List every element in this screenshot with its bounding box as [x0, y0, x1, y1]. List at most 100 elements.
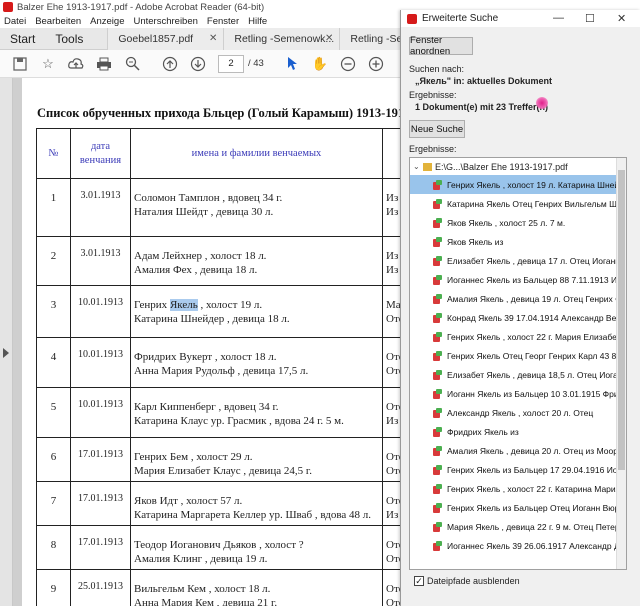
row-names: Генрих Якель , холост 19 л. Катарина Шней…	[130, 285, 383, 338]
row-extra: Из Из	[382, 236, 400, 286]
zoom-in-icon[interactable]	[368, 56, 384, 72]
row-number: 9	[36, 569, 71, 606]
close-icon[interactable]: ✕	[617, 12, 626, 25]
result-item[interactable]: Амалия Якель , девица 20 л. Отец из Моор…	[410, 441, 626, 460]
document-heading: Список обрученных прихода Бльцер (Голый …	[37, 106, 400, 120]
row-names: Фридрих Вукерт , холост 18 л. Анна Мария …	[130, 337, 383, 388]
result-text: Иоганнес Якель 39 26.06.1917 Александр Д…	[447, 540, 626, 551]
search-hit-icon	[433, 369, 442, 380]
pdf-file-icon	[423, 162, 432, 171]
zoom-out-icon[interactable]	[340, 56, 356, 72]
close-icon[interactable]: ✕	[325, 33, 333, 44]
results-scrollbar[interactable]	[616, 158, 626, 569]
result-item[interactable]: Иоганнес Якель 39 26.06.1917 Александр Д…	[410, 536, 626, 555]
result-item[interactable]: Генрих Якель из Бальцер 17 29.04.1916 Ио…	[410, 460, 626, 479]
hand-tool-icon[interactable]: ✋	[312, 56, 328, 72]
page-number-input[interactable]: 2	[218, 54, 244, 73]
tab-tools[interactable]: Tools	[45, 32, 93, 46]
menu-file[interactable]: Datei	[4, 16, 26, 27]
menu-window[interactable]: Fenster	[207, 16, 239, 27]
menu-edit[interactable]: Bearbeiten	[35, 16, 81, 27]
chevron-down-icon[interactable]: ⌄	[413, 162, 423, 171]
result-item[interactable]: Генрих Якель , холост 22 г. Катарина Мар…	[410, 479, 626, 498]
search-hit-icon	[433, 198, 442, 209]
close-icon[interactable]: ✕	[209, 33, 217, 44]
table-row: 4 10.01.1913 Фридрих Вукерт , холост 18 …	[36, 337, 400, 388]
panel-title: Erweiterte Suche	[422, 13, 499, 24]
new-search-button[interactable]: Neue Suche	[409, 120, 465, 138]
row-number: 4	[36, 337, 71, 388]
result-item[interactable]: Конрад Якель 39 17.04.1914 Александр Вей…	[410, 308, 626, 327]
result-item[interactable]: Генрих Якель Отец Георг Генрих Карл 43 8…	[410, 346, 626, 365]
row-date: 10.01.1913	[70, 337, 131, 388]
extra-line: Из	[386, 415, 399, 427]
tab-start[interactable]: Start	[0, 32, 45, 46]
result-item[interactable]: Иоганн Якель из Бальцер 10 3.01.1915 Фри…	[410, 384, 626, 403]
extra-line: Оте	[386, 451, 400, 463]
select-cursor-icon[interactable]	[284, 56, 300, 72]
search-hit-icon	[433, 331, 442, 342]
result-item[interactable]: Генрих Якель , холост 19 л. Катарина Шне…	[410, 175, 626, 194]
table-row: 5 10.01.1913 Карл Киппенберг , вдовец 34…	[36, 387, 400, 438]
result-item[interactable]: Александр Якель , холост 20 л. Отец	[410, 403, 626, 422]
result-item[interactable]: Мария Якель , девица 22 г. 9 м. Отец Пет…	[410, 517, 626, 536]
print-icon[interactable]	[96, 56, 112, 72]
left-panel-strip	[0, 78, 13, 606]
extra-line: Из	[386, 206, 399, 218]
arrange-windows-button[interactable]: Fenster anordnen	[409, 35, 473, 57]
pdf-page: Список обрученных прихода Бльцер (Голый …	[22, 78, 400, 606]
minimize-icon[interactable]: —	[553, 12, 564, 24]
row-number: 3	[36, 285, 71, 338]
document-area: Список обрученных прихода Бльцер (Голый …	[0, 78, 400, 606]
hide-paths-checkbox[interactable]: ✓	[414, 576, 424, 586]
table-row: 3 10.01.1913 Генрих Якель , холост 19 л.…	[36, 285, 400, 338]
panel-title-bar: Erweiterte Suche — ☐ ✕	[401, 10, 640, 27]
search-hit-icon	[433, 407, 442, 418]
page-down-icon[interactable]	[190, 56, 206, 72]
result-item[interactable]: Яков Якель из	[410, 232, 626, 251]
row-date: 17.01.1913	[70, 481, 131, 526]
groom: Фридрих Вукерт , холост 18 л.	[134, 351, 277, 363]
menu-view[interactable]: Anzeige	[90, 16, 124, 27]
acrobat-icon	[3, 2, 13, 12]
result-item[interactable]: Елизабет Якель , девица 18,5 л. Отец Иог…	[410, 365, 626, 384]
row-number: 2	[36, 236, 71, 286]
search-hit-icon	[433, 521, 442, 532]
zoom-out-search-icon[interactable]	[124, 56, 140, 72]
extra-line: Из	[386, 192, 399, 204]
star-icon[interactable]: ☆	[40, 56, 56, 72]
page-up-icon[interactable]	[162, 56, 178, 72]
result-text: Елизабет Якель , девица 17 л. Отец Иоган…	[447, 255, 626, 266]
row-names: Яков Идт , холост 57 л. Катарина Маргарет…	[130, 481, 383, 526]
menu-help[interactable]: Hilfe	[248, 16, 267, 27]
result-item[interactable]: Фридрих Якель из	[410, 422, 626, 441]
save-icon[interactable]	[12, 56, 28, 72]
result-item[interactable]: Катарина Якель Отец Генрих Вильгельм Шне…	[410, 194, 626, 213]
results-root[interactable]: ⌄ E:\G...\Balzer Ehe 1913-1917.pdf	[410, 158, 626, 175]
search-hit-icon	[433, 426, 442, 437]
bride: Анна Мария Рудольф , девица 17,5 л.	[134, 365, 309, 377]
extra-line: Из	[386, 250, 399, 262]
result-item[interactable]: Елизабет Якель , девица 17 л. Отец Иоган…	[410, 251, 626, 270]
menu-sign[interactable]: Unterschreiben	[133, 16, 197, 27]
row-date: 10.01.1913	[70, 387, 131, 438]
upload-icon[interactable]	[68, 56, 84, 72]
result-item[interactable]: Генрих Якель , холост 22 г. Мария Елизаб…	[410, 327, 626, 346]
row-names: Карл Киппенберг , вдовец 34 г. Катарина К…	[130, 387, 383, 438]
result-item[interactable]: Яков Якель , холост 25 л. 7 м.	[410, 213, 626, 232]
result-item[interactable]: Амалия Якель , девица 19 л. Отец Генрих …	[410, 289, 626, 308]
groom: Генрих Якель , холост 19 л.	[134, 298, 379, 312]
scrollbar-thumb[interactable]	[618, 170, 625, 470]
row-date: 17.01.1913	[70, 525, 131, 570]
result-text: Яков Якель из	[447, 236, 504, 247]
row-names: Генрих Бем , холост 29 л. Мария Елизабет …	[130, 437, 383, 482]
doc-tab[interactable]: Retling -Semenowk... ✕	[223, 27, 340, 50]
result-item[interactable]: Иоганнес Якель из Бальцер 88 7.11.1913 И…	[410, 270, 626, 289]
row-date: 10.01.1913	[70, 285, 131, 338]
extra-line: Мат	[386, 299, 400, 311]
result-item[interactable]: Генрих Якель из Бальцер Отец Иоганн Вюрт…	[410, 498, 626, 517]
row-names: Соломон Тамплон , вдовец 34 г. Наталия Ше…	[130, 178, 383, 237]
doc-tab[interactable]: Goebel1857.pdf ✕	[107, 27, 224, 50]
expand-panel-icon[interactable]	[3, 348, 9, 358]
maximize-icon[interactable]: ☐	[585, 12, 595, 25]
